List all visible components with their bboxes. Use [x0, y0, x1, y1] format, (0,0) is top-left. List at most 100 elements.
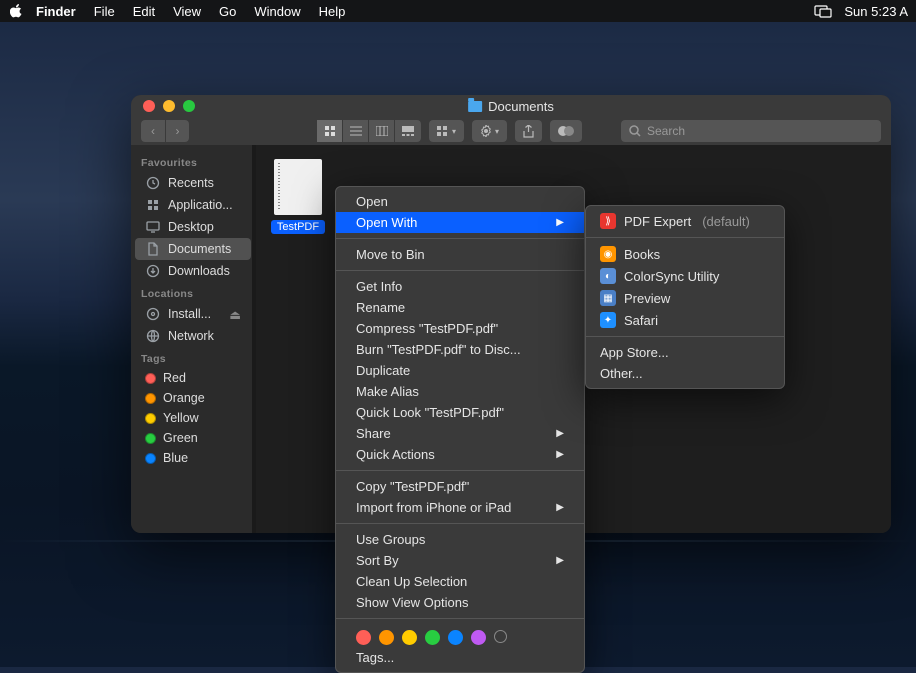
context-menu-item[interactable]: Rename: [336, 297, 584, 318]
sidebar-item-blue[interactable]: Blue: [135, 448, 251, 468]
window-title: Documents: [468, 99, 554, 114]
app-icon: ⟫: [600, 213, 616, 229]
context-menu-item[interactable]: Burn "TestPDF.pdf" to Disc...: [336, 339, 584, 360]
tag-color-button[interactable]: [379, 630, 394, 645]
tag-dot-icon: [145, 453, 156, 464]
app-icon: ▦: [600, 290, 616, 306]
menu-help[interactable]: Help: [319, 4, 346, 19]
close-button[interactable]: [143, 100, 155, 112]
menubar: Finder File Edit View Go Window Help Sun…: [0, 0, 916, 22]
menu-edit[interactable]: Edit: [133, 4, 155, 19]
action-button[interactable]: ▾: [472, 120, 507, 142]
context-menu-item[interactable]: Get Info: [336, 276, 584, 297]
apple-logo-icon[interactable]: [10, 4, 24, 18]
context-menu-item-label: Make Alias: [356, 384, 419, 399]
screen-mirroring-icon[interactable]: [814, 5, 832, 18]
submenu-item-suffix: (default): [702, 214, 750, 229]
icon-view-button[interactable]: [317, 120, 343, 142]
search-placeholder: Search: [647, 124, 685, 138]
window-title-label: Documents: [488, 99, 554, 114]
tag-color-button[interactable]: [448, 630, 463, 645]
menu-go[interactable]: Go: [219, 4, 236, 19]
group-by-button[interactable]: ▾: [429, 120, 464, 142]
submenu-item-label: Safari: [624, 313, 658, 328]
menu-file[interactable]: File: [94, 4, 115, 19]
sidebar-item-documents[interactable]: Documents: [135, 238, 251, 260]
submenu-item-label: Preview: [624, 291, 670, 306]
search-input[interactable]: Search: [621, 120, 881, 142]
tag-color-button[interactable]: [356, 630, 371, 645]
tag-add-button[interactable]: [494, 630, 507, 643]
downloads-icon: [145, 263, 161, 279]
file-thumbnail-icon: [274, 159, 322, 215]
context-menu-item[interactable]: Share▶: [336, 423, 584, 444]
tag-color-button[interactable]: [402, 630, 417, 645]
submenu-item[interactable]: App Store...: [586, 342, 784, 363]
submenu-item[interactable]: ⟫PDF Expert(default): [586, 210, 784, 232]
context-menu-item[interactable]: Clean Up Selection: [336, 571, 584, 592]
context-menu-item[interactable]: Open With▶: [336, 212, 584, 233]
minimize-button[interactable]: [163, 100, 175, 112]
context-menu-item[interactable]: Sort By▶: [336, 550, 584, 571]
context-menu-item-label: Get Info: [356, 279, 402, 294]
menubar-clock[interactable]: Sun 5:23 A: [844, 4, 908, 19]
context-menu-item-label: Open With: [356, 215, 417, 230]
file-name-label: TestPDF: [271, 220, 325, 234]
eject-icon[interactable]: ⏏: [229, 307, 241, 322]
open-with-submenu: ⟫PDF Expert(default) ◉Books◐ColorSync Uti…: [585, 205, 785, 389]
sidebar-item-green[interactable]: Green: [135, 428, 251, 448]
submenu-item[interactable]: ◐ColorSync Utility: [586, 265, 784, 287]
context-menu-tags-row: [336, 624, 584, 647]
context-menu-item-label: Show View Options: [356, 595, 469, 610]
submenu-item[interactable]: ◉Books: [586, 243, 784, 265]
sidebar-item-label: Red: [163, 371, 186, 385]
sidebar-item-red[interactable]: Red: [135, 368, 251, 388]
submenu-item[interactable]: ▦ Preview: [586, 287, 784, 309]
context-menu-item[interactable]: Use Groups: [336, 529, 584, 550]
sidebar-item-recents[interactable]: Recents: [135, 172, 251, 194]
search-icon: [629, 125, 641, 137]
sidebar-item-install-[interactable]: Install... ⏏: [135, 303, 251, 325]
sidebar-item-downloads[interactable]: Downloads: [135, 260, 251, 282]
back-button[interactable]: ‹: [141, 120, 165, 142]
submenu-item[interactable]: Other...: [586, 363, 784, 384]
tag-dot-icon: [145, 393, 156, 404]
context-menu-item-label: Quick Look "TestPDF.pdf": [356, 405, 504, 420]
context-menu-item-label: Copy "TestPDF.pdf": [356, 479, 469, 494]
tag-color-button[interactable]: [425, 630, 440, 645]
file-item[interactable]: TestPDF: [270, 159, 326, 234]
sidebar-item-label: Yellow: [163, 411, 199, 425]
context-menu-item[interactable]: Show View Options: [336, 592, 584, 613]
tags-button[interactable]: [550, 120, 582, 142]
context-menu-item[interactable]: Duplicate: [336, 360, 584, 381]
sidebar-item-desktop[interactable]: Desktop: [135, 216, 251, 238]
context-menu-item[interactable]: Compress "TestPDF.pdf": [336, 318, 584, 339]
context-menu-item[interactable]: Import from iPhone or iPad▶: [336, 497, 584, 518]
context-menu-item[interactable]: Move to Bin: [336, 244, 584, 265]
context-menu-item[interactable]: Make Alias: [336, 381, 584, 402]
context-menu-item-label: Compress "TestPDF.pdf": [356, 321, 498, 336]
sidebar-item-yellow[interactable]: Yellow: [135, 408, 251, 428]
gallery-view-button[interactable]: [395, 120, 421, 142]
forward-button[interactable]: ›: [165, 120, 189, 142]
app-icon: ◐: [600, 268, 616, 284]
sidebar-item-network[interactable]: Network: [135, 325, 251, 347]
context-menu-item[interactable]: Copy "TestPDF.pdf": [336, 476, 584, 497]
context-menu-tags-item[interactable]: Tags...: [336, 647, 584, 668]
share-button[interactable]: [515, 120, 542, 142]
tag-color-button[interactable]: [471, 630, 486, 645]
column-view-button[interactable]: [369, 120, 395, 142]
context-menu-item[interactable]: Quick Look "TestPDF.pdf": [336, 402, 584, 423]
sidebar-item-label: Install...: [168, 307, 211, 321]
menu-view[interactable]: View: [173, 4, 201, 19]
sidebar-item-applicatio-[interactable]: Applicatio...: [135, 194, 251, 216]
menubar-app-name[interactable]: Finder: [36, 4, 76, 19]
list-view-button[interactable]: [343, 120, 369, 142]
context-menu-item[interactable]: Open: [336, 191, 584, 212]
context-menu-item[interactable]: Quick Actions▶: [336, 444, 584, 465]
apps-icon: [145, 197, 161, 213]
maximize-button[interactable]: [183, 100, 195, 112]
menu-window[interactable]: Window: [254, 4, 300, 19]
sidebar-item-orange[interactable]: Orange: [135, 388, 251, 408]
submenu-item[interactable]: ✦Safari: [586, 309, 784, 331]
